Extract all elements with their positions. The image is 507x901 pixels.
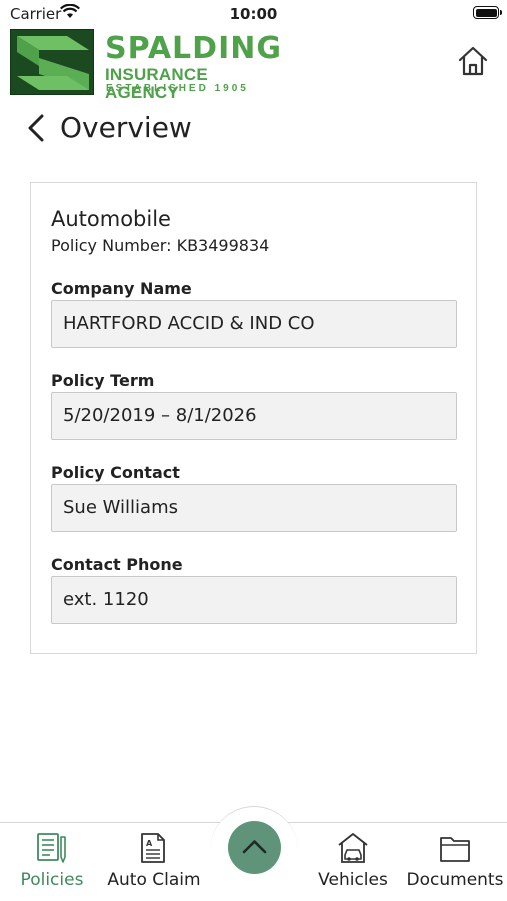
status-bar: Carrier 10:00: [0, 0, 507, 28]
tab-label: Vehicles: [318, 870, 388, 890]
tab-label: Documents: [406, 870, 504, 890]
logo-title: SPALDING: [105, 31, 282, 66]
policy-contact-value: Sue Williams: [63, 497, 178, 518]
contact-phone-label: Contact Phone: [51, 555, 183, 574]
contact-phone-field[interactable]: ext. 1120: [51, 576, 457, 624]
company-name-value: HARTFORD ACCID & IND CO: [63, 313, 315, 334]
tab-auto-claim[interactable]: A Auto Claim: [106, 823, 202, 901]
tab-policies[interactable]: Policies: [14, 823, 90, 901]
contact-phone-value: ext. 1120: [63, 589, 149, 610]
page-title: Overview: [60, 111, 192, 144]
policy-number: Policy Number: KB3499834: [51, 236, 270, 255]
home-icon: [458, 46, 488, 76]
company-name-field[interactable]: HARTFORD ACCID & IND CO: [51, 300, 457, 348]
documents-icon: [440, 837, 470, 862]
tab-label: Auto Claim: [107, 870, 201, 890]
home-button[interactable]: [456, 44, 490, 78]
back-button[interactable]: [20, 110, 54, 146]
chevron-left-icon: [28, 114, 44, 142]
policies-icon: [37, 833, 66, 863]
expand-menu-button[interactable]: [228, 821, 281, 874]
vehicles-icon: [338, 833, 368, 863]
chevron-up-icon: [242, 840, 267, 854]
logo-mark-icon: [10, 29, 94, 95]
battery-icon: [473, 6, 502, 19]
company-name-label: Company Name: [51, 279, 192, 298]
policy-type: Automobile: [51, 207, 171, 231]
svg-text:A: A: [146, 839, 153, 848]
policy-term-label: Policy Term: [51, 371, 155, 390]
auto-claim-icon: A: [141, 833, 165, 863]
policy-contact-field[interactable]: Sue Williams: [51, 484, 457, 532]
tab-label: Policies: [20, 870, 84, 890]
policy-contact-label: Policy Contact: [51, 463, 180, 482]
clock: 10:00: [229, 5, 278, 23]
tab-documents[interactable]: Documents: [406, 823, 504, 901]
tab-vehicles[interactable]: Vehicles: [314, 823, 392, 901]
agency-logo: SPALDING INSURANCE AGENCY ESTABLISHED 19…: [10, 29, 281, 102]
policy-card: Automobile Policy Number: KB3499834 Comp…: [30, 182, 477, 654]
policy-term-value: 5/20/2019 – 8/1/2026: [63, 405, 257, 426]
policy-term-field[interactable]: 5/20/2019 – 8/1/2026: [51, 392, 457, 440]
logo-established: ESTABLISHED 1905: [106, 83, 249, 94]
